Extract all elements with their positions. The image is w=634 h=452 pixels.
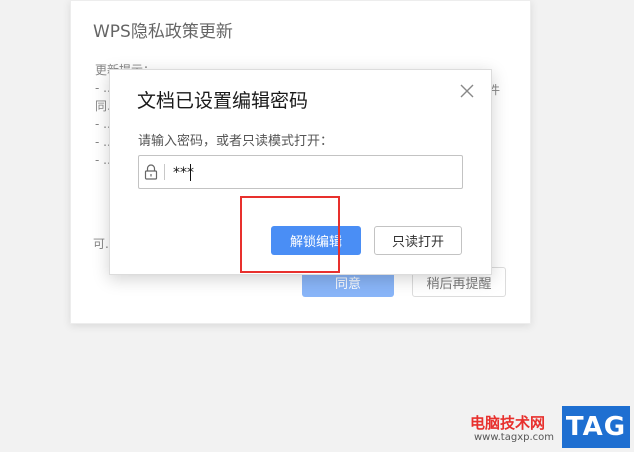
dialog-title: 文档已设置编辑密码 xyxy=(137,90,309,112)
read-only-open-button[interactable]: 只读打开 xyxy=(374,226,462,255)
password-field[interactable] xyxy=(138,155,463,189)
watermark-site-name: 电脑技术网 xyxy=(470,414,546,432)
close-icon[interactable] xyxy=(457,81,477,101)
text-caret xyxy=(190,164,191,181)
watermark-logo: TAG xyxy=(562,406,630,448)
password-hint: 请输入密码，或者只读模式打开： xyxy=(138,134,334,149)
password-input[interactable] xyxy=(171,159,455,187)
watermark-url: www.tagxp.com xyxy=(474,432,554,443)
unlock-edit-button[interactable]: 解锁编辑 xyxy=(271,226,361,255)
field-separator xyxy=(164,164,165,180)
edit-password-dialog: 文档已设置编辑密码 请输入密码，或者只读模式打开： 解锁编辑 只读打开 xyxy=(109,69,492,275)
lock-icon xyxy=(144,164,158,180)
